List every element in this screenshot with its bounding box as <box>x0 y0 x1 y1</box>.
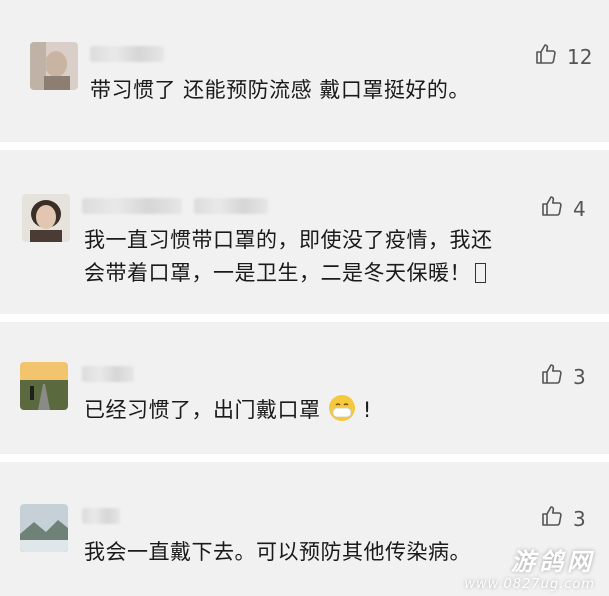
comment-text: 我一直习惯带口罩的，即使没了疫情，我还 会带着口罩，一是卫生，二是冬天保暖！ <box>84 224 493 290</box>
like-count: 4 <box>573 196 586 221</box>
watermark-url: www.0827ug.com <box>464 577 595 592</box>
like-count: 3 <box>573 506 586 531</box>
mask-face-emoji-icon <box>328 394 356 432</box>
watermark-title: 游鸽网 <box>511 548 595 576</box>
avatar[interactable] <box>20 362 68 410</box>
comment-text-end: ! <box>362 398 372 422</box>
comment-card: 12 带习惯了 还能预防流感 戴口罩挺好的。 <box>0 0 609 142</box>
like-button[interactable]: 12 <box>534 42 592 71</box>
username-blurred <box>90 46 164 62</box>
comment-text: 我会一直戴下去。可以预防其他传染病。 <box>84 540 471 564</box>
thumbs-up-icon <box>540 362 564 391</box>
username-blurred <box>194 198 268 214</box>
comment-card: 4 我一直习惯带口罩的，即使没了疫情，我还 会带着口罩，一是卫生，二是冬天保暖！ <box>0 150 609 314</box>
comment-text-main: 已经习惯了，出门戴口罩 <box>84 398 321 422</box>
thumbs-up-icon <box>540 194 564 223</box>
username-blurred <box>82 366 134 382</box>
like-count: 3 <box>573 364 586 389</box>
like-button[interactable]: 3 <box>540 362 586 391</box>
avatar[interactable] <box>20 504 68 552</box>
username-blurred <box>82 508 120 524</box>
comment-card: 3 我会一直戴下去。可以预防其他传染病。 游鸽网 www.0827ug.com <box>0 462 609 596</box>
comment-line-text: 会带着口罩，一是卫生，二是冬天保暖！ <box>84 261 471 285</box>
comment-card: 3 已经习惯了，出门戴口罩 ! <box>0 322 609 454</box>
avatar[interactable] <box>22 194 70 242</box>
like-count: 12 <box>567 44 593 69</box>
comment-text: 已经习惯了，出门戴口罩 ! <box>84 394 372 432</box>
comment-line: 会带着口罩，一是卫生，二是冬天保暖！ <box>84 257 493 290</box>
thumbs-up-icon <box>534 42 558 71</box>
like-button[interactable]: 4 <box>540 194 586 223</box>
avatar[interactable] <box>30 42 78 90</box>
missing-glyph-icon <box>475 263 486 283</box>
comment-text: 带习惯了 还能预防流感 戴口罩挺好的。 <box>90 78 470 102</box>
like-button[interactable]: 3 <box>540 504 586 533</box>
username-blurred <box>82 198 182 214</box>
comment-line: 我一直习惯带口罩的，即使没了疫情，我还 <box>84 228 493 252</box>
thumbs-up-icon <box>540 504 564 533</box>
site-watermark: 游鸽网 www.0827ug.com <box>464 542 595 592</box>
